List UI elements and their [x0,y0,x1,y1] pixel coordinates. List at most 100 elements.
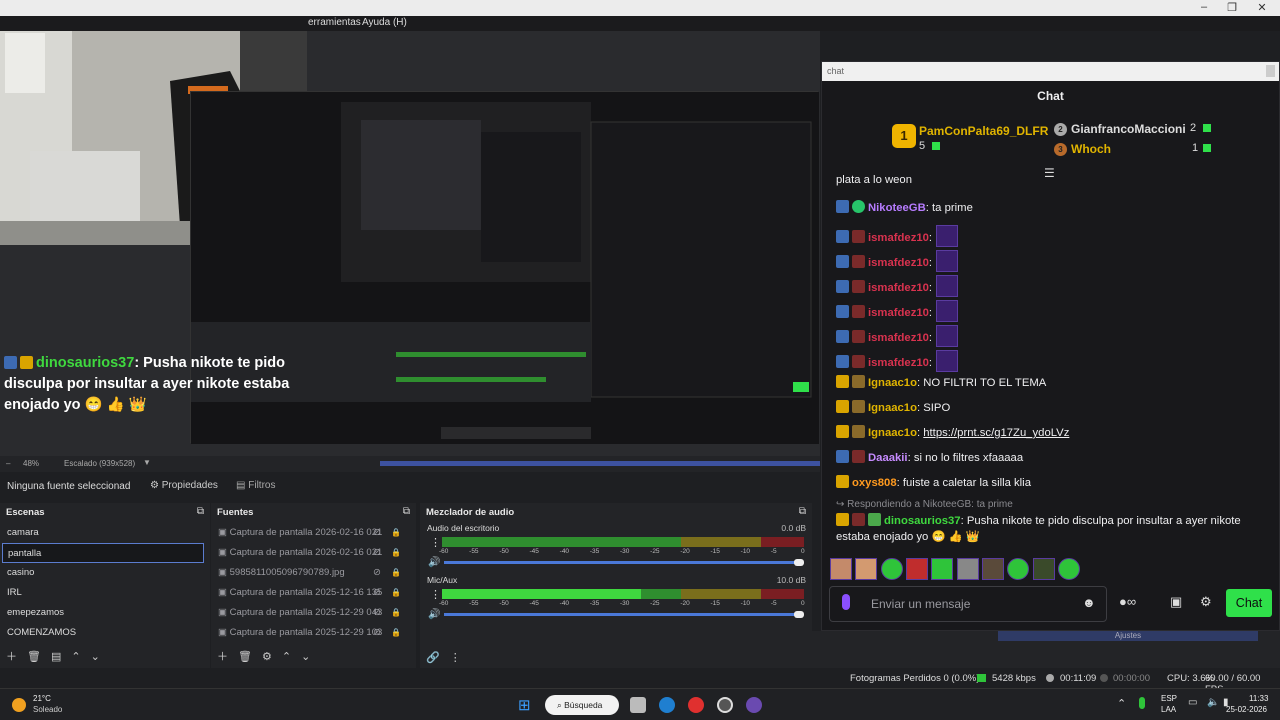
scene-item[interactable]: IRL [2,583,204,603]
weather-temp[interactable]: 21°C [33,694,51,703]
clock-date[interactable]: 25-02-2026 [1226,705,1267,714]
source-item[interactable]: ▣ Captura de pantalla 2025-12-29 103 ⊘ 🔒 [213,623,409,643]
zoom-scale-label[interactable]: Escalado (939x528) [64,459,135,468]
chat-send-button[interactable]: Chat [1226,589,1272,617]
media-app-icon[interactable] [746,697,762,713]
minimize-icon[interactable]: – [1196,1,1212,13]
leader-1-name[interactable]: PamConPalta69_DLFR [919,124,1048,138]
emote-icon[interactable] [936,275,959,297]
lock-icon[interactable]: 🔒 [391,563,401,583]
lock-icon[interactable]: 🔒 [391,523,401,543]
chat-settings-icon[interactable]: ⚙ [1200,594,1212,610]
chat-username[interactable]: ismafdez10 [868,332,929,344]
volume-slider-knob[interactable] [794,611,804,618]
chat-username[interactable]: ismafdez10 [868,257,929,269]
obs-preview[interactable]: dinosaurios37: Pusha nikote te pido disc… [0,31,820,456]
windows-start-icon[interactable]: ⊞ [518,696,531,714]
speaker-icon[interactable]: 🔊 [428,557,440,568]
points-icon[interactable]: ●∞ [1119,594,1136,609]
menu-herramientas[interactable]: erramientas [308,17,361,28]
move-up-icon[interactable]: ⌃ [71,651,80,663]
scene-item[interactable]: camara [2,523,204,543]
source-settings-icon[interactable]: ⚙ [262,651,272,663]
collapse-leaderboard-icon[interactable]: ☰ [1044,166,1055,180]
settings-button[interactable]: Ajustes [998,631,1258,641]
taskbar-search[interactable]: ⌕ Búsqueda [545,695,619,715]
scene-item[interactable]: COMENZAMOS [2,623,204,643]
leader-3-name[interactable]: Whoch [1071,142,1111,156]
chat-username[interactable]: dinosaurios37 [884,515,961,527]
visibility-hidden-icon[interactable]: ⊘ [373,563,381,583]
move-down-icon[interactable]: ⌄ [301,651,310,663]
chat-username[interactable]: Daaakii [868,452,908,464]
task-view-icon[interactable] [630,697,646,713]
source-item[interactable]: ▣ 5985811005096790789.jpg ⊘ 🔒 [213,563,409,583]
dock-menu-icon[interactable]: ⧉ [799,506,806,517]
tray-chevron-icon[interactable]: ⌃ [1117,697,1126,710]
emote-icon[interactable] [1032,558,1055,580]
emote-icon[interactable] [1058,558,1081,580]
delete-scene-icon[interactable]: 🗑 [27,651,41,663]
language-1[interactable]: ESP [1161,694,1177,703]
dock-menu-icon[interactable]: ⧉ [403,506,410,517]
lock-icon[interactable]: 🔒 [391,623,401,643]
emote-icon[interactable] [931,558,954,580]
source-item[interactable]: ▣ Captura de pantalla 2026-02-16 021 ⊘ 🔒 [213,543,409,563]
chat-username[interactable]: ismafdez10 [868,232,929,244]
emote-icon[interactable] [936,350,959,372]
move-down-icon[interactable]: ⌄ [91,651,100,663]
emote-icon[interactable] [855,558,878,580]
link-icon[interactable]: 🔗 [426,652,440,664]
volume-slider-knob[interactable] [794,559,804,566]
emote-icon[interactable] [936,250,959,272]
visibility-hidden-icon[interactable]: ⊘ [373,543,381,563]
lock-icon[interactable]: 🔒 [391,543,401,563]
emote-icon[interactable] [936,325,959,347]
emote-icon[interactable] [936,300,959,322]
source-item[interactable]: ▣ Captura de pantalla 2026-02-16 021 ⊘ 🔒 [213,523,409,543]
language-2[interactable]: LAA [1161,705,1176,714]
microphone-icon[interactable] [842,594,850,610]
edge-icon[interactable] [659,697,675,713]
emote-icon[interactable] [936,225,959,247]
chrome-icon[interactable] [688,697,704,713]
filter-scene-icon[interactable]: ▤ [51,651,61,663]
volume-icon[interactable]: 🔈 [1207,697,1219,708]
add-scene-icon[interactable]: ＋ [6,651,17,663]
move-up-icon[interactable]: ⌃ [282,651,291,663]
properties-button[interactable]: ⚙ Propiedades [150,480,218,491]
volume-slider[interactable] [444,561,800,564]
chat-username[interactable]: Ignaac1o [868,427,917,439]
volume-slider[interactable] [444,613,800,616]
gift-box-icon[interactable]: ▣ [1170,594,1182,610]
dock-menu-icon[interactable]: ⧉ [197,506,204,517]
chat-username[interactable]: ismafdez10 [868,307,929,319]
leader-2-name[interactable]: GianfrancoMaccioni [1071,122,1186,136]
close-icon[interactable]: ✕ [1254,1,1270,14]
chat-username[interactable]: Ignaac1o [868,377,917,389]
chat-username[interactable]: ismafdez10 [868,357,929,369]
chat-link[interactable]: https://prnt.sc/g17Zu_ydoLVz [923,427,1069,439]
clock-time[interactable]: 11:33 [1249,694,1268,703]
scene-item[interactable]: casino [2,563,204,583]
chat-username[interactable]: oxys808 [852,477,897,489]
obs-icon[interactable] [717,697,733,713]
visibility-hidden-icon[interactable]: ⊘ [373,623,381,643]
emote-icon[interactable] [956,558,979,580]
maximize-icon[interactable]: ❐ [1224,1,1240,14]
emoji-icon[interactable]: ☻ [1082,595,1096,610]
scene-item[interactable]: emepezamos [2,603,204,623]
network-icon[interactable]: ▭ [1188,697,1197,708]
more-icon[interactable]: ⋮ [450,652,461,664]
weather-sun-icon[interactable] [12,698,26,712]
emote-icon[interactable] [1007,558,1030,580]
zoom-minus-icon[interactable]: – [6,459,10,468]
add-source-icon[interactable]: ＋ [217,651,228,663]
emote-icon[interactable] [880,558,903,580]
chat-input[interactable]: Enviar un mensaje ☻ [829,586,1107,622]
chat-username[interactable]: ismafdez10 [868,282,929,294]
chat-username[interactable]: NikoteeGB [868,202,926,214]
zoom-dropdown-icon[interactable]: ▼ [143,458,151,467]
visibility-hidden-icon[interactable]: ⊘ [373,583,381,603]
visibility-hidden-icon[interactable]: ⊘ [373,603,381,623]
